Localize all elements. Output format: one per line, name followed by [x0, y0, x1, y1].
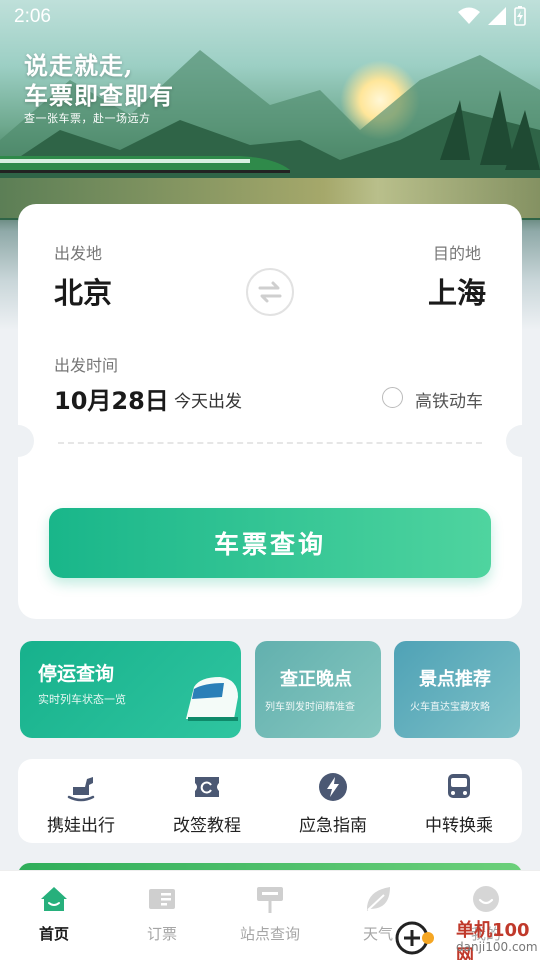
ticket-divider	[58, 442, 482, 444]
date-hint: 今天出发	[174, 392, 242, 412]
watermark-logo-icon	[395, 921, 434, 955]
site-watermark: 单机100网 danji100.com	[392, 912, 540, 960]
station-sign-icon	[257, 887, 283, 913]
status-bar: 2:06	[0, 0, 540, 36]
quick-item-label: 携娃出行	[47, 816, 115, 836]
lightning-icon	[319, 773, 347, 801]
quick-item-label: 中转换乘	[425, 816, 493, 836]
feature-title: 停运查询	[38, 663, 115, 685]
nav-station[interactable]: 站点查询	[216, 871, 324, 960]
hsr-option-label[interactable]: 高铁动车	[415, 387, 483, 412]
to-label: 目的地	[433, 244, 482, 263]
feature-subtitle: 列车到发时间精准查	[265, 702, 355, 713]
quick-item-rebook[interactable]: 改签教程	[144, 759, 270, 843]
train-graphic	[0, 156, 290, 173]
ticket-icon	[149, 889, 175, 909]
feature-subtitle: 火车直达宝藏攻略	[410, 702, 490, 713]
search-tickets-button[interactable]: 车票查询	[49, 508, 491, 578]
rocking-horse-icon	[67, 777, 95, 802]
status-time: 2:06	[14, 6, 51, 27]
quick-item-emergency[interactable]: 应急指南	[270, 759, 396, 843]
quick-item-label: 应急指南	[299, 816, 367, 836]
quick-item-kids[interactable]: 携娃出行	[18, 759, 144, 843]
feature-subtitle: 实时列车状态一览	[38, 693, 126, 706]
swap-cities-button[interactable]	[246, 268, 294, 316]
nav-booking[interactable]: 订票	[108, 871, 216, 960]
watermark-url: danji100.com	[456, 940, 538, 954]
feature-title: 景点推荐	[419, 669, 491, 690]
feature-title: 查正晚点	[280, 669, 352, 690]
smiley-icon	[473, 886, 499, 912]
slogan-subtitle: 查一张车票，赴一场远方	[24, 112, 151, 125]
signal-icon	[488, 7, 506, 25]
to-city[interactable]: 上海	[428, 270, 486, 312]
from-city[interactable]: 北京	[54, 270, 112, 312]
leaf-icon	[366, 887, 390, 911]
departure-date[interactable]: 10月28日	[54, 381, 169, 416]
wifi-icon	[458, 7, 480, 24]
nav-home[interactable]: 首页	[0, 871, 108, 960]
nav-label: 订票	[146, 925, 177, 943]
quick-item-label: 改签教程	[173, 816, 241, 836]
quick-item-transfer[interactable]: 中转换乘	[396, 759, 522, 843]
battery-icon	[514, 6, 526, 26]
feature-tile-attractions[interactable]: 景点推荐 火车直达宝藏攻略	[394, 641, 520, 738]
swap-arrows-icon	[258, 281, 282, 303]
nav-label: 首页	[38, 925, 69, 943]
ticket-notch-right	[506, 425, 538, 457]
feature-tile-suspension[interactable]: 停运查询 实时列车状态一览	[20, 641, 241, 738]
ticket-change-icon	[195, 777, 219, 797]
bus-icon	[448, 774, 470, 798]
home-icon	[41, 887, 67, 911]
nav-label: 站点查询	[239, 925, 300, 943]
feature-tile-delay[interactable]: 查正晚点 列车到发时间精准查	[255, 641, 381, 738]
ticket-notch-left	[2, 425, 34, 457]
quick-menu: 携娃出行 改签教程 应急指南 中转换乘	[18, 759, 522, 843]
hsr-radio[interactable]	[382, 387, 403, 408]
train-icon	[186, 677, 238, 721]
slogan-line-2: 车票即查即有	[24, 81, 174, 110]
date-label: 出发时间	[54, 356, 119, 375]
from-label: 出发地	[54, 244, 103, 263]
